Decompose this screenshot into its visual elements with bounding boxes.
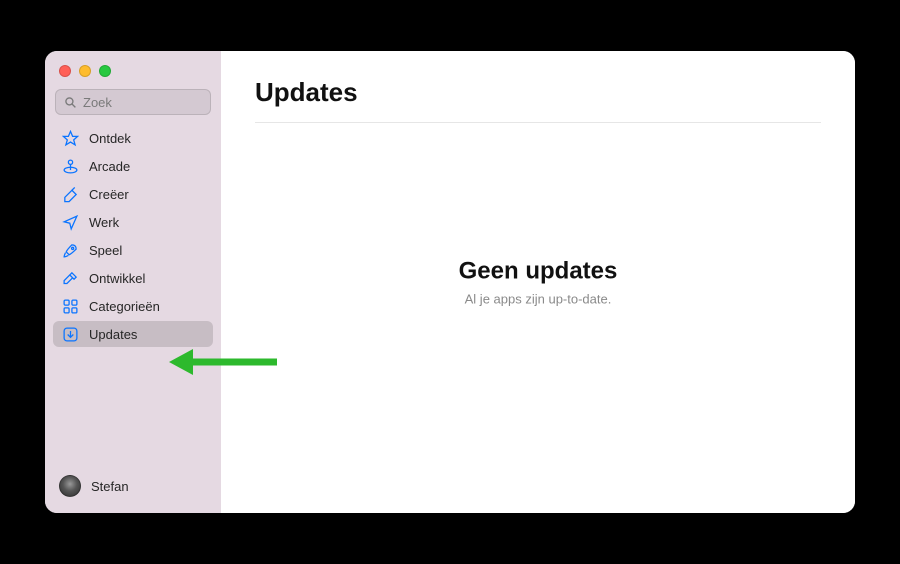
empty-state-subtitle: Al je apps zijn up-to-date. [221,292,855,307]
app-window: Ontdek Arcade Creëer [45,51,855,513]
sidebar-item-label: Updates [89,327,137,342]
grid-icon [61,297,79,315]
close-window-button[interactable] [59,65,71,77]
search-icon [64,96,77,109]
sidebar-nav: Ontdek Arcade Creëer [45,125,221,347]
window-controls [45,61,221,89]
sidebar-item-categorieen[interactable]: Categorieën [53,293,213,319]
main-content: Updates Geen updates Al je apps zijn up-… [221,51,855,513]
search-input[interactable] [83,95,202,110]
sidebar-item-updates[interactable]: Updates [53,321,213,347]
sidebar-item-arcade[interactable]: Arcade [53,153,213,179]
sidebar-item-label: Arcade [89,159,130,174]
hammer-icon [61,269,79,287]
sidebar-item-ontdek[interactable]: Ontdek [53,125,213,151]
sidebar-item-label: Werk [89,215,119,230]
arcade-icon [61,157,79,175]
sidebar-item-label: Speel [89,243,122,258]
account-row[interactable]: Stefan [45,467,221,503]
sidebar-item-speel[interactable]: Speel [53,237,213,263]
rocket-icon [61,241,79,259]
sidebar: Ontdek Arcade Creëer [45,51,221,513]
account-name: Stefan [91,479,129,494]
star-icon [61,129,79,147]
brush-icon [61,185,79,203]
sidebar-item-creeer[interactable]: Creëer [53,181,213,207]
sidebar-item-label: Creëer [89,187,129,202]
download-box-icon [61,325,79,343]
avatar [59,475,81,497]
sidebar-item-label: Ontwikkel [89,271,145,286]
empty-state-title: Geen updates [221,258,855,286]
sidebar-item-ontwikkel[interactable]: Ontwikkel [53,265,213,291]
search-field[interactable] [55,89,211,115]
page-title: Updates [255,77,821,123]
minimize-window-button[interactable] [79,65,91,77]
paperplane-icon [61,213,79,231]
empty-state: Geen updates Al je apps zijn up-to-date. [221,258,855,307]
sidebar-item-label: Categorieën [89,299,160,314]
sidebar-item-werk[interactable]: Werk [53,209,213,235]
fullscreen-window-button[interactable] [99,65,111,77]
sidebar-item-label: Ontdek [89,131,131,146]
